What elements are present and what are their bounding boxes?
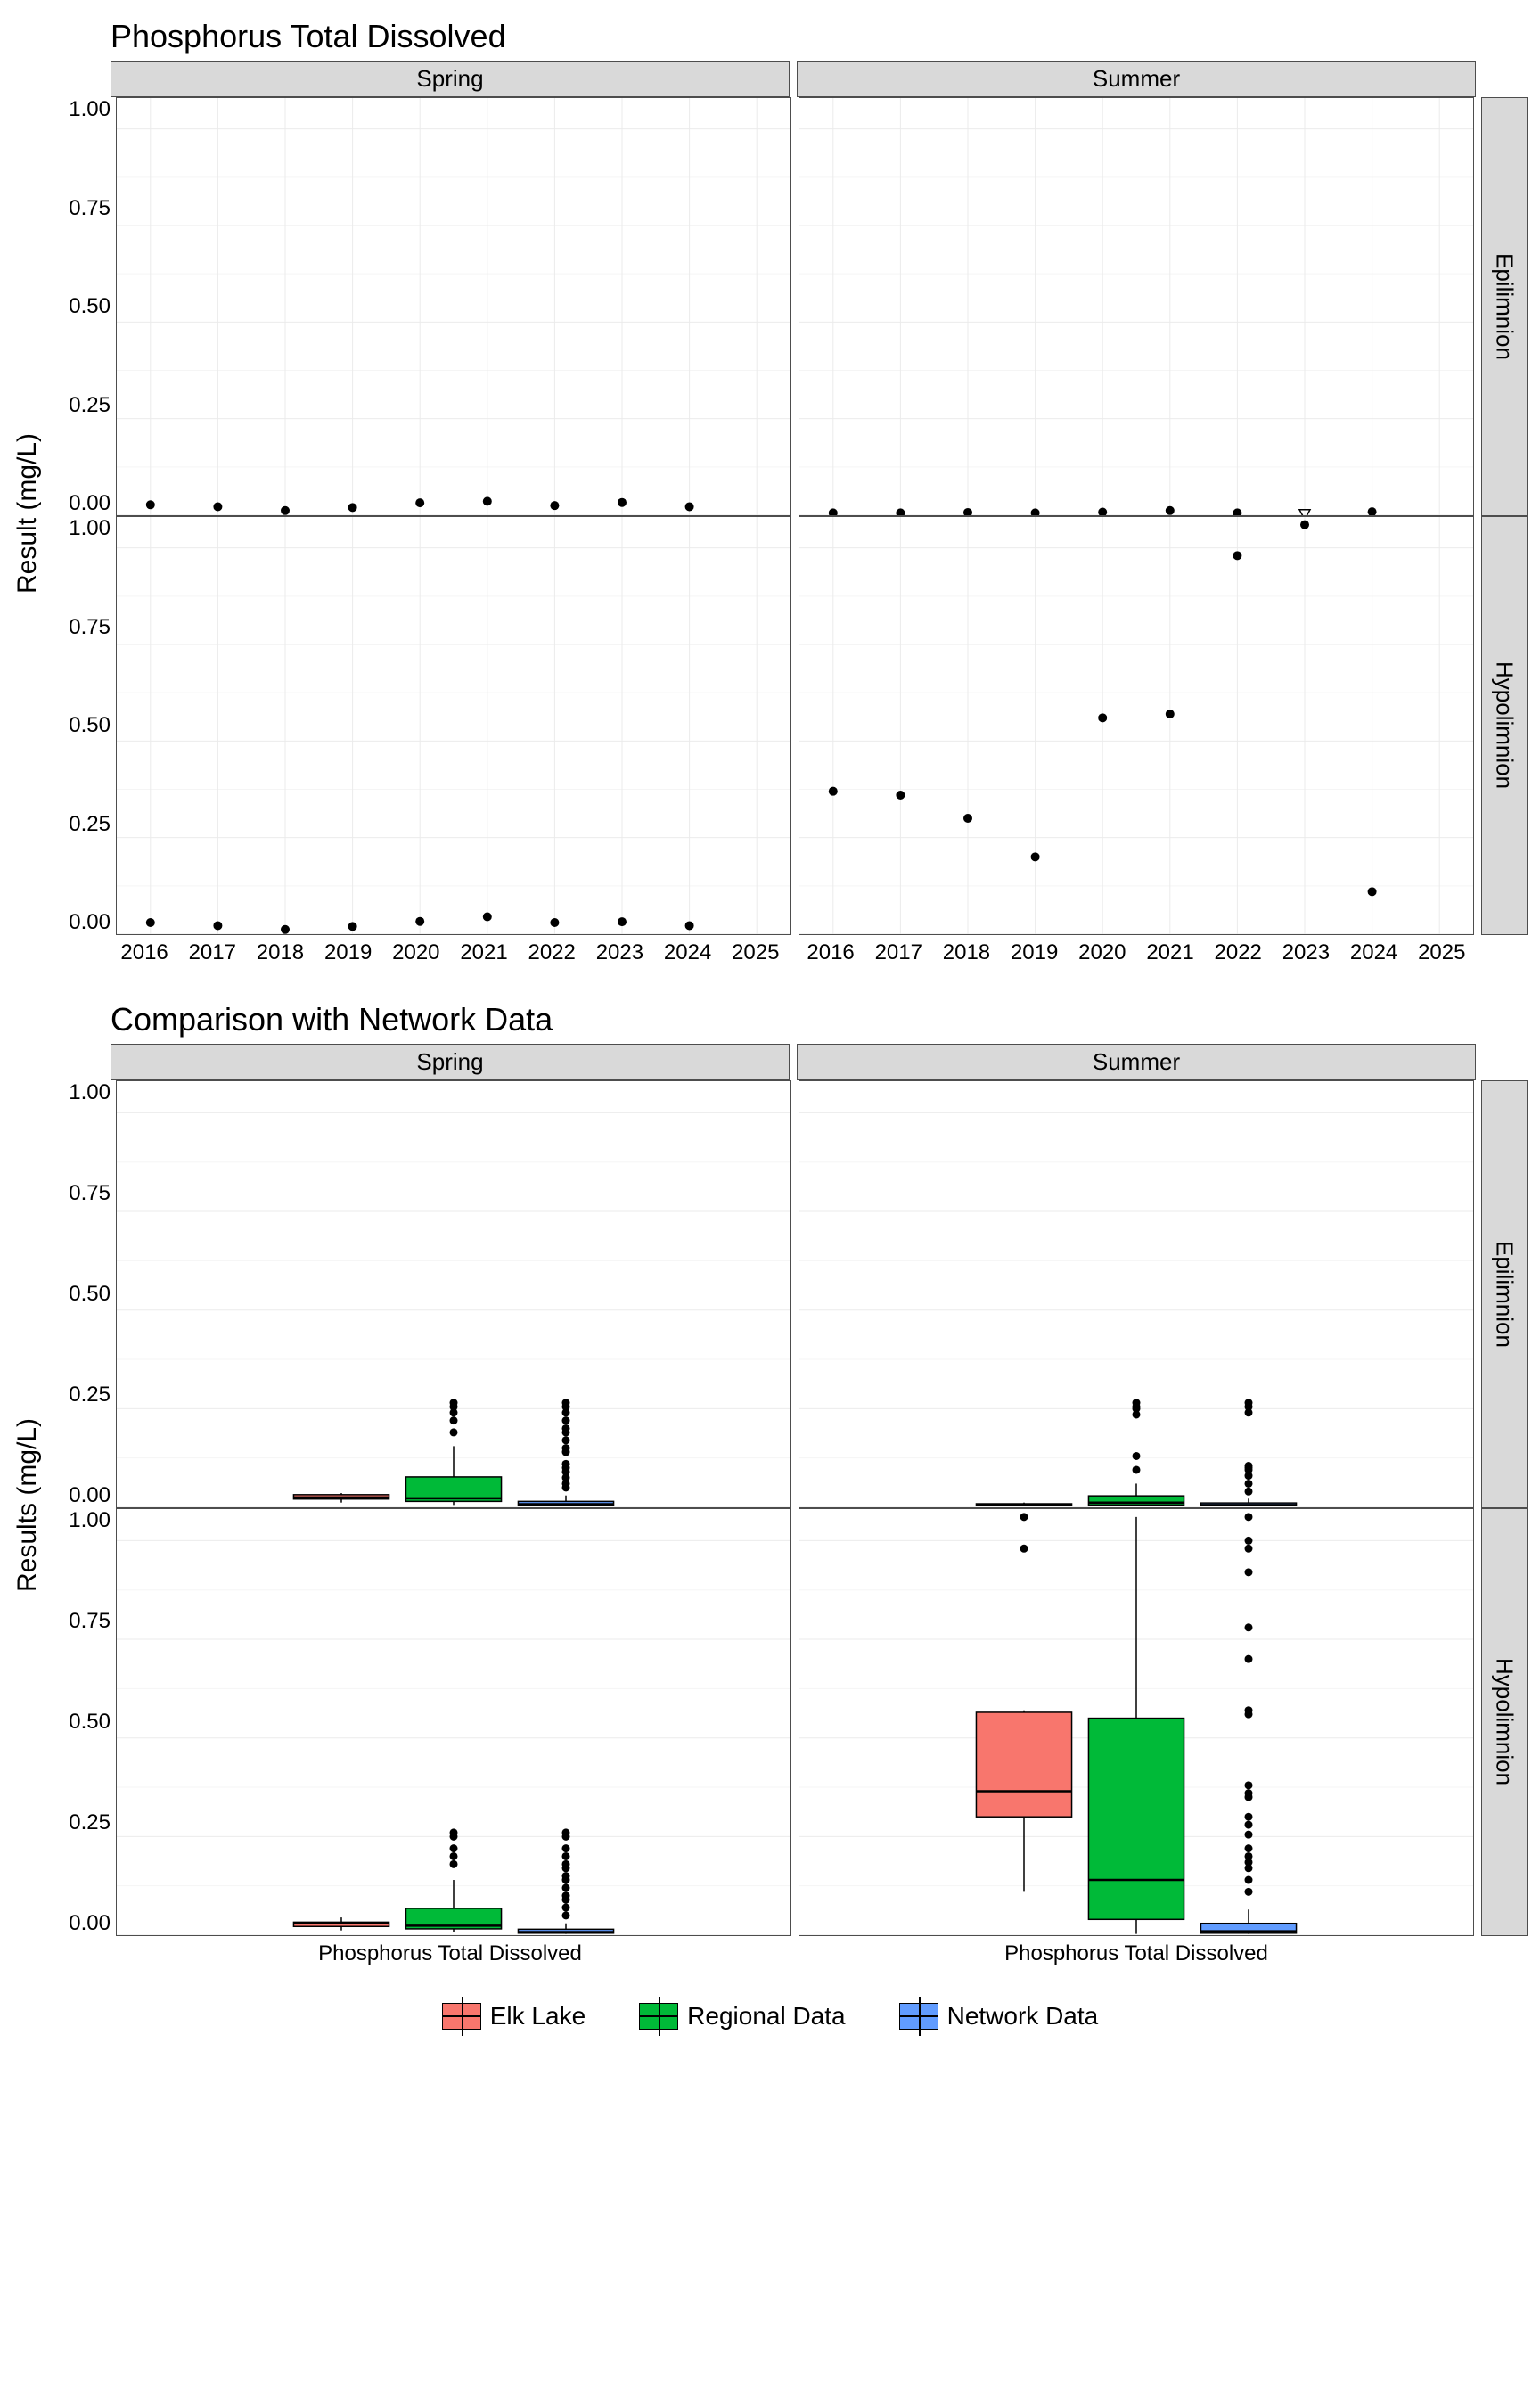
panel-spring-epi bbox=[116, 97, 791, 516]
chart1-yticks-1: 1.000.750.500.250.00 bbox=[48, 97, 116, 516]
legend-key-icon bbox=[899, 2003, 938, 2030]
chart2-xticks: Phosphorus Total Dissolved Phosphorus To… bbox=[48, 1936, 1528, 1966]
chart1-yticks-2: 1.000.750.500.250.00 bbox=[48, 516, 116, 935]
legend-item-elk: Elk Lake bbox=[442, 2002, 586, 2031]
chart1: Result (mg/L) Spring Summer 1.000.750.50… bbox=[12, 61, 1528, 965]
legend-key-icon bbox=[639, 2003, 678, 2030]
chart2-yticks-1: 1.000.750.500.250.00 bbox=[48, 1080, 116, 1508]
chart2-facet-summer: Summer bbox=[797, 1044, 1476, 1080]
legend-item-regional: Regional Data bbox=[639, 2002, 845, 2031]
chart1-facet-spring: Spring bbox=[111, 61, 790, 97]
chart2-ylabel: Results (mg/L) bbox=[12, 1044, 48, 1966]
legend-item-network: Network Data bbox=[899, 2002, 1099, 2031]
chart1-ylabel: Result (mg/L) bbox=[12, 61, 48, 965]
figure: Phosphorus Total Dissolved Result (mg/L)… bbox=[12, 18, 1528, 2031]
chart2-strip-hypo: Hypolimnion bbox=[1481, 1508, 1528, 1936]
panel-summer-hypo bbox=[799, 516, 1474, 935]
chart2-facet-spring: Spring bbox=[111, 1044, 790, 1080]
legend-key-icon bbox=[442, 2003, 481, 2030]
panel2-summer-epi bbox=[799, 1080, 1474, 1508]
chart1-facet-summer: Summer bbox=[797, 61, 1476, 97]
chart1-title: Phosphorus Total Dissolved bbox=[111, 18, 1528, 55]
chart2-title: Comparison with Network Data bbox=[111, 1001, 1528, 1038]
panel-spring-hypo bbox=[116, 516, 791, 935]
legend: Elk Lake Regional Data Network Data bbox=[12, 2002, 1528, 2031]
chart1-xticks: 2016201720182019202020212022202320242025… bbox=[48, 935, 1528, 965]
panel2-spring-epi bbox=[116, 1080, 791, 1508]
panel2-spring-hypo bbox=[116, 1508, 791, 1936]
chart2-yticks-2: 1.000.750.500.250.00 bbox=[48, 1508, 116, 1936]
panel-summer-epi bbox=[799, 97, 1474, 516]
chart2: Results (mg/L) Spring Summer 1.000.750.5… bbox=[12, 1044, 1528, 1966]
chart2-strip-epi: Epilimnion bbox=[1481, 1080, 1528, 1508]
chart1-strip-hypo: Hypolimnion bbox=[1481, 516, 1528, 935]
panel2-summer-hypo bbox=[799, 1508, 1474, 1936]
chart1-strip-epi: Epilimnion bbox=[1481, 97, 1528, 516]
